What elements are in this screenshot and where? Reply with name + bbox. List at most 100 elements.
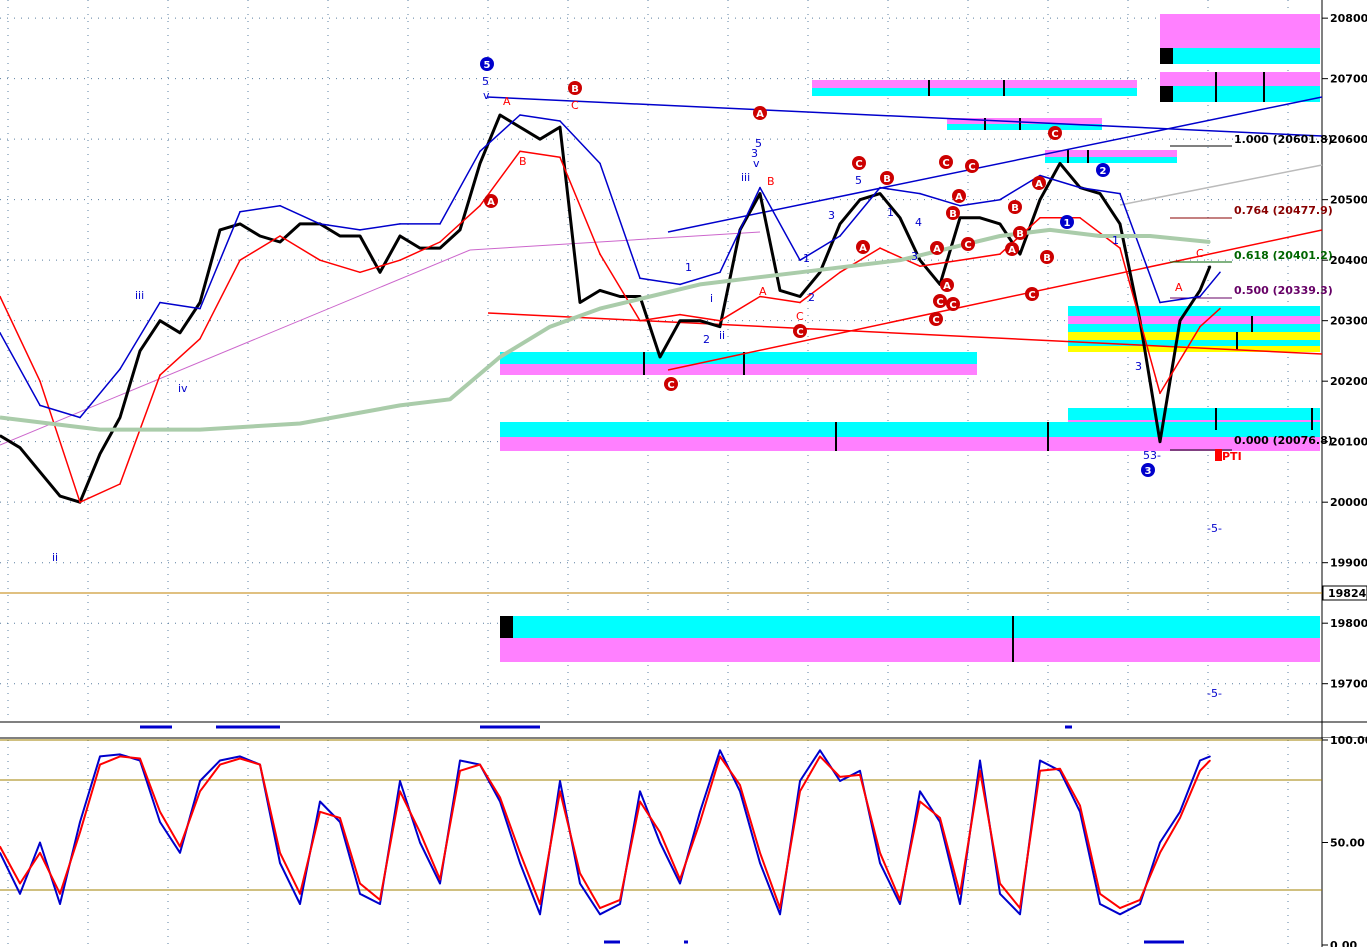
price-point [1159,440,1161,443]
oscillator-point [399,780,401,782]
price-point [199,307,201,310]
price-point [279,241,281,243]
zone-marker [1160,86,1173,102]
price-point [1119,247,1121,249]
price-point [379,271,381,274]
oscillator-point [959,893,961,895]
svg-text:C: C [949,300,956,311]
zone-band-cyan [1160,48,1320,64]
zone-band-cyan [1045,157,1177,163]
price-axis-label: 20600 [1330,133,1367,146]
price-point [139,350,141,352]
svg-text:5: 5 [484,60,491,71]
oscillator-point [899,903,901,905]
price-point [499,356,501,358]
price-point [219,229,221,231]
price-point [559,120,561,122]
price-point [679,283,681,286]
oscillator-point [1159,841,1161,844]
price-axis-label: 20500 [1330,194,1367,207]
wave-label: A [503,95,511,108]
price-point [719,319,721,322]
fib-label-0500: 0.500 (20339.3) [1234,284,1333,297]
price-point [1199,325,1201,328]
oscillator-point [39,852,41,854]
wave-label: 1 [887,206,894,219]
oscillator-point [379,903,381,905]
price-point [359,271,361,274]
oscillator-point [1099,903,1101,905]
oscillator-point [79,831,81,834]
price-point [619,295,621,298]
svg-text:A: A [487,197,495,208]
price-point [439,241,441,243]
wave-circle-red: B [880,171,894,185]
oscillator-point [659,841,661,844]
oscillator-point [579,872,581,875]
price-point [1099,192,1101,195]
price-point [119,416,121,419]
price-point [179,332,181,334]
oscillator-point [459,759,461,762]
oscillator-point [539,913,541,916]
price-point [719,271,721,274]
price-point [919,259,921,262]
svg-text:A: A [933,244,941,255]
oscillator-point [199,780,201,782]
oscillator-point [559,780,561,782]
oscillator-point [999,882,1001,885]
wave-circle-red: C [939,155,953,169]
oscillator-point [299,903,301,905]
wave-circle-blue: 5 [480,57,494,71]
oscillator-point [179,852,181,854]
oscillator-point [579,882,581,885]
price-point [1179,319,1181,322]
oscillator-point [699,821,701,823]
svg-text:B: B [949,209,957,220]
price-axis-label: 19900 [1330,557,1367,570]
oscillator-point [1209,755,1211,758]
svg-text:B: B [1011,203,1019,214]
oscillator-point [1199,770,1201,772]
oscillator-point [359,882,361,885]
price-point [1159,392,1161,395]
wave-circle-red: B [1013,226,1027,240]
oscillator-point [859,774,861,776]
price-point [39,471,41,473]
price-axis-label: 20800 [1330,12,1367,25]
oscillator-point [859,770,861,772]
price-point [519,126,521,128]
oscillator-point [919,800,921,803]
wave-label: ii [52,551,58,564]
oscillator-point [319,811,321,813]
price-point [1219,307,1221,310]
wave-circle-red: A [753,106,767,120]
oscillator-point [159,821,161,823]
price-point [79,416,81,419]
wave-label: ii [719,329,725,342]
price-axis-label: 19700 [1330,678,1367,691]
zone-marker [500,616,513,638]
price-point [99,453,101,455]
price-point [999,223,1001,225]
wave-label: i [710,292,713,305]
price-point [319,223,321,225]
wave-label: 2 [808,291,815,304]
svg-text:C: C [942,158,949,169]
oscillator-panel-bg [0,737,1322,947]
oscillator-point [1119,907,1121,909]
price-point [1209,265,1211,268]
oscillator-point [679,882,681,885]
svg-text:A: A [1035,179,1043,190]
price-point [1079,186,1081,189]
oscillator-point [359,893,361,895]
svg-text:B: B [1043,253,1051,264]
price-point [659,356,661,358]
oscillator-point [799,780,801,782]
oscillator-point [659,831,661,834]
price-point [599,289,601,292]
oscillator-point [459,770,461,772]
price-point [719,325,721,328]
oscillator-point [939,817,941,819]
oscillator-point [319,800,321,803]
